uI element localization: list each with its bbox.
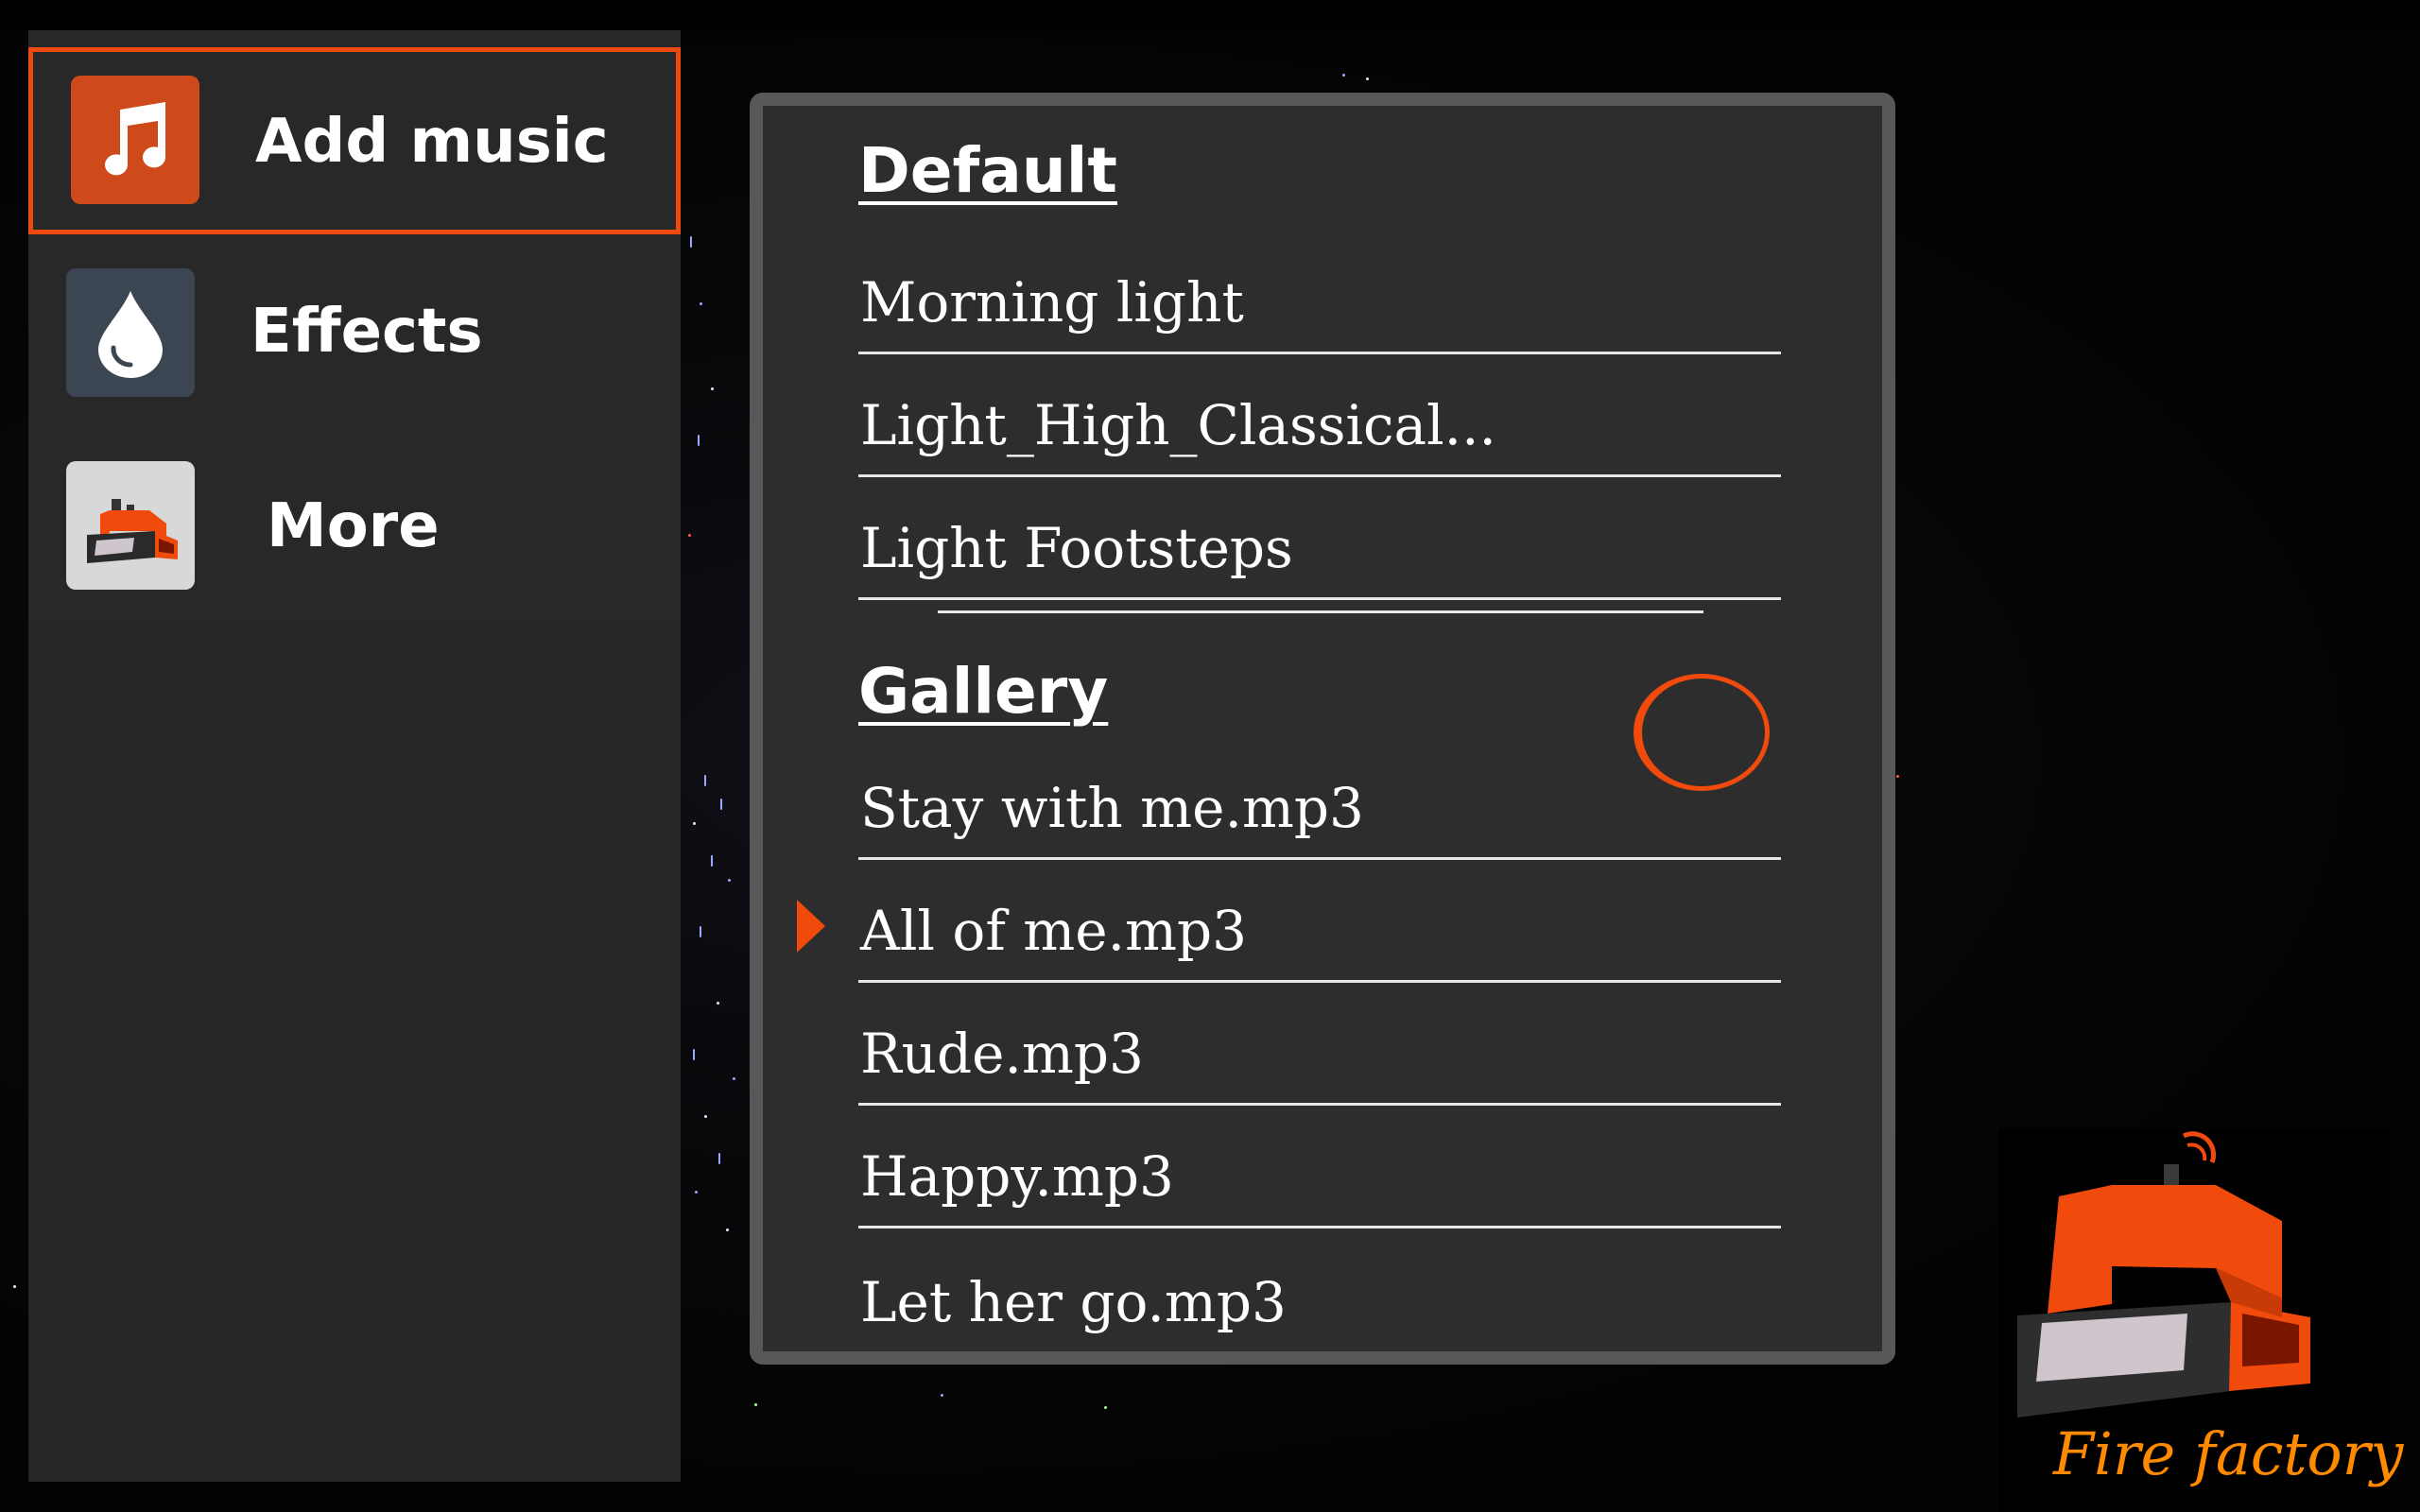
track-item[interactable]: Happy.mp3 [858, 1106, 1781, 1228]
menu-label-add-music: Add music [255, 107, 609, 177]
track-item[interactable]: Let her go.mp3 [858, 1228, 1781, 1351]
track-item[interactable]: Light_High_Classical... [858, 354, 1781, 477]
menu-item-add-music[interactable]: Add music [28, 47, 681, 234]
fire-factory-logo-icon [2017, 1131, 2310, 1418]
track-label: Stay with me.mp3 [860, 776, 1364, 840]
now-playing-arrow-icon [797, 900, 825, 953]
track-label: Happy.mp3 [860, 1144, 1174, 1209]
brand-name: Fire factory [2053, 1419, 2404, 1488]
section-title-gallery: Gallery [858, 655, 1109, 728]
water-drop-icon [66, 268, 195, 397]
track-label: Rude.mp3 [860, 1022, 1144, 1086]
track-item[interactable]: Rude.mp3 [858, 983, 1781, 1106]
track-item[interactable]: Morning light [858, 232, 1781, 354]
track-item[interactable]: Stay with me.mp3 [858, 737, 1781, 860]
track-label: Light_High_Classical... [860, 393, 1496, 457]
menu-label-effects: Effects [251, 297, 483, 367]
track-label: Morning light [860, 270, 1244, 335]
music-note-icon [71, 76, 199, 204]
track-label: Let her go.mp3 [860, 1270, 1287, 1334]
track-label: Light Footsteps [860, 516, 1293, 580]
section-divider [938, 610, 1703, 613]
menu-item-effects[interactable]: Effects [28, 238, 681, 425]
track-label: All of me.mp3 [860, 899, 1248, 963]
menu-label-more: More [267, 491, 440, 561]
factory-icon [66, 461, 195, 590]
track-item-playing[interactable]: All of me.mp3 [858, 860, 1781, 983]
track-item[interactable]: Light Footsteps [858, 477, 1781, 600]
section-title-default: Default [858, 134, 1117, 207]
menu-item-more[interactable]: More [28, 429, 681, 616]
